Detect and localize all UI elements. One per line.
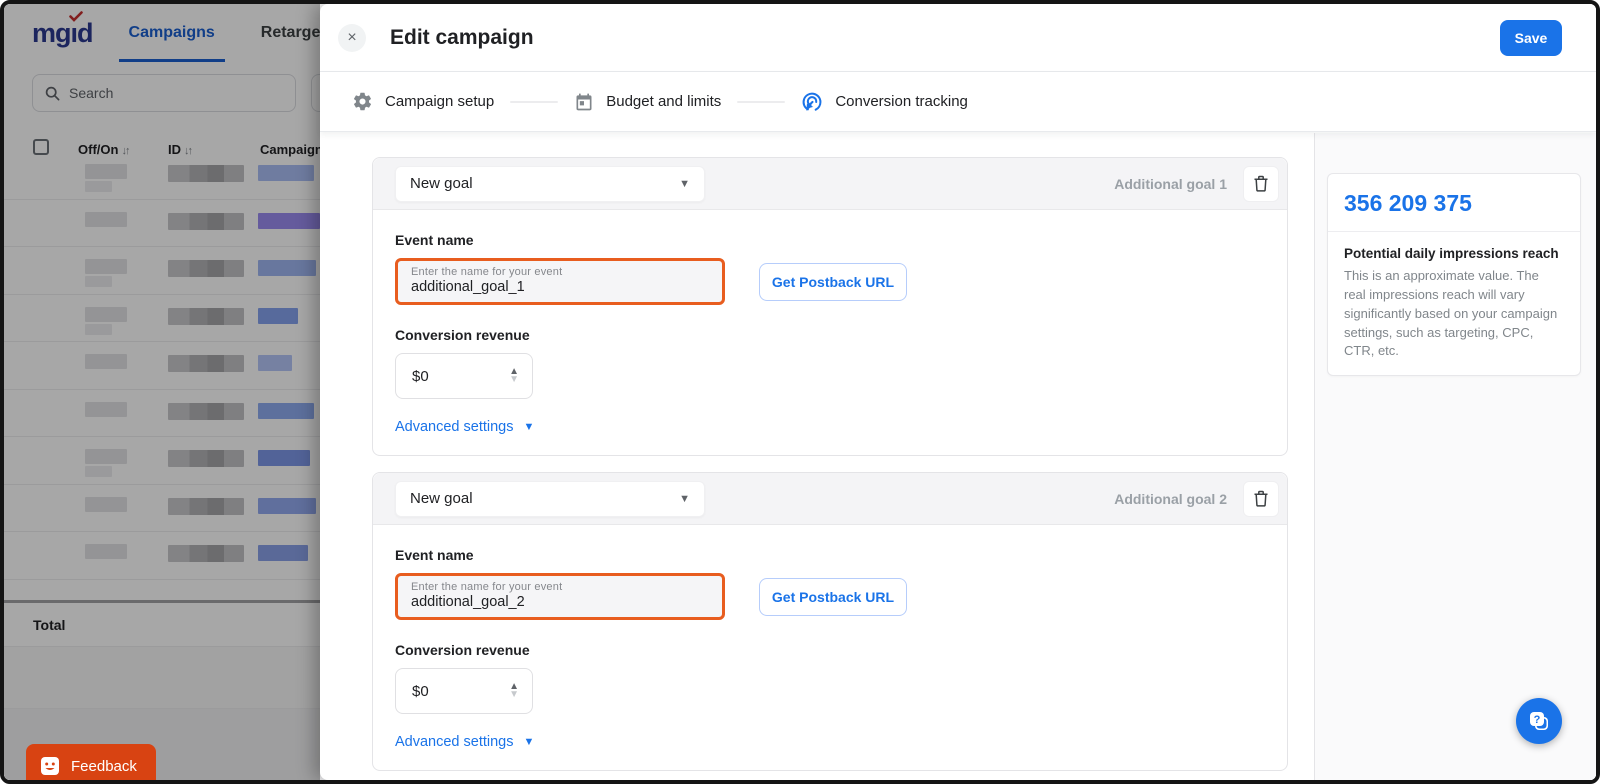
step-conversion-tracking[interactable]: Conversion tracking <box>801 91 968 113</box>
step-connector <box>510 100 559 103</box>
revenue-value: $0 <box>412 682 429 700</box>
goal-card-header: New goal ▼ Additional goal 1 <box>373 158 1287 210</box>
step-connector <box>737 100 786 103</box>
help-button[interactable]: ? <box>1516 698 1562 744</box>
impressions-reach-description: This is an approximate value. The real i… <box>1344 268 1558 359</box>
additional-goal-card-1: New goal ▼ Additional goal 1 Event name … <box>372 157 1288 456</box>
impressions-reach-value: 356 209 375 <box>1328 174 1580 232</box>
advanced-settings-label: Advanced settings <box>395 419 514 435</box>
goal-type-select[interactable]: New goal ▼ <box>395 480 705 517</box>
stepper-down-icon[interactable]: ▼ <box>509 375 519 385</box>
event-name-value: additional_goal_1 <box>411 279 525 295</box>
wizard-steps: Campaign setup Budget and limits Convers… <box>320 72 1596 132</box>
app-window: mgı d Campaigns Retargeting Search Off/On… <box>0 0 1600 784</box>
gear-icon <box>353 92 372 111</box>
goal-card-body: Event name Enter the name for your event… <box>373 525 1287 770</box>
get-postback-url-button[interactable]: Get Postback URL <box>759 262 907 301</box>
advanced-settings-link[interactable]: Advanced settings ▼ <box>395 734 1265 750</box>
step-label: Conversion tracking <box>835 93 968 110</box>
goal-type-select[interactable]: New goal ▼ <box>395 165 705 202</box>
event-name-value: additional_goal_2 <box>411 594 525 610</box>
modal-header: × Edit campaign Save <box>320 4 1596 72</box>
goal-select-value: New goal <box>410 490 473 507</box>
edit-campaign-modal: × Edit campaign Save Campaign setup Budg… <box>320 4 1596 780</box>
step-label: Budget and limits <box>606 93 722 110</box>
event-name-floating-label: Enter the name for your event <box>411 266 563 278</box>
revenue-value: $0 <box>412 367 429 385</box>
modal-backdrop[interactable] <box>4 4 320 780</box>
advanced-settings-link[interactable]: Advanced settings ▼ <box>395 419 1265 435</box>
conversion-tracking-icon <box>802 92 822 111</box>
close-icon: × <box>347 28 357 46</box>
feedback-button[interactable]: Feedback <box>26 744 156 780</box>
impressions-reach-card: 356 209 375 Potential daily impressions … <box>1327 173 1581 377</box>
goals-section: New goal ▼ Additional goal 1 Event name … <box>320 133 1314 780</box>
calendar-icon <box>576 93 592 110</box>
delete-goal-button[interactable] <box>1243 480 1279 517</box>
step-campaign-setup[interactable]: Campaign setup <box>352 91 494 112</box>
step-label: Campaign setup <box>385 93 495 110</box>
svg-text:?: ? <box>1534 714 1541 726</box>
conversion-revenue-stepper[interactable]: $0 ▲ ▼ <box>395 668 533 714</box>
event-name-input[interactable]: Enter the name for your event additional… <box>395 573 725 620</box>
impressions-reach-title: Potential daily impressions reach <box>1344 246 1559 261</box>
goal-card-header: New goal ▼ Additional goal 2 <box>373 473 1287 525</box>
modal-title: Edit campaign <box>390 25 534 49</box>
event-name-floating-label: Enter the name for your event <box>411 581 563 593</box>
close-button[interactable]: × <box>338 23 366 52</box>
goal-badge: Additional goal 1 <box>1114 175 1227 192</box>
conversion-revenue-label: Conversion revenue <box>395 327 530 343</box>
trash-icon <box>1254 175 1268 192</box>
advanced-settings-label: Advanced settings <box>395 734 514 750</box>
additional-goal-card-2: New goal ▼ Additional goal 2 Event name … <box>372 472 1288 771</box>
conversion-revenue-label: Conversion revenue <box>395 642 530 658</box>
get-postback-url-button[interactable]: Get Postback URL <box>759 577 907 616</box>
reach-sidebar: 356 209 375 Potential daily impressions … <box>1314 133 1596 780</box>
stepper-down-icon[interactable]: ▼ <box>509 690 519 700</box>
chevron-down-icon: ▼ <box>523 421 535 433</box>
delete-goal-button[interactable] <box>1243 165 1279 202</box>
chevron-down-icon: ▼ <box>679 492 690 505</box>
chevron-down-icon: ▼ <box>679 177 690 190</box>
feedback-smiley-icon <box>41 757 59 775</box>
conversion-revenue-stepper[interactable]: $0 ▲ ▼ <box>395 353 533 399</box>
goal-badge: Additional goal 2 <box>1114 490 1227 507</box>
modal-body: New goal ▼ Additional goal 1 Event name … <box>320 133 1596 780</box>
goal-select-value: New goal <box>410 175 473 192</box>
feedback-label: Feedback <box>71 757 137 775</box>
event-name-label: Event name <box>395 232 474 248</box>
trash-icon <box>1254 490 1268 507</box>
save-button[interactable]: Save <box>1500 19 1562 56</box>
event-name-label: Event name <box>395 547 474 563</box>
help-chat-icon: ? <box>1530 712 1548 730</box>
step-budget-limits[interactable]: Budget and limits <box>574 92 721 112</box>
event-name-input[interactable]: Enter the name for your event additional… <box>395 258 725 305</box>
chevron-down-icon: ▼ <box>523 736 535 748</box>
goal-card-body: Event name Enter the name for your event… <box>373 210 1287 455</box>
